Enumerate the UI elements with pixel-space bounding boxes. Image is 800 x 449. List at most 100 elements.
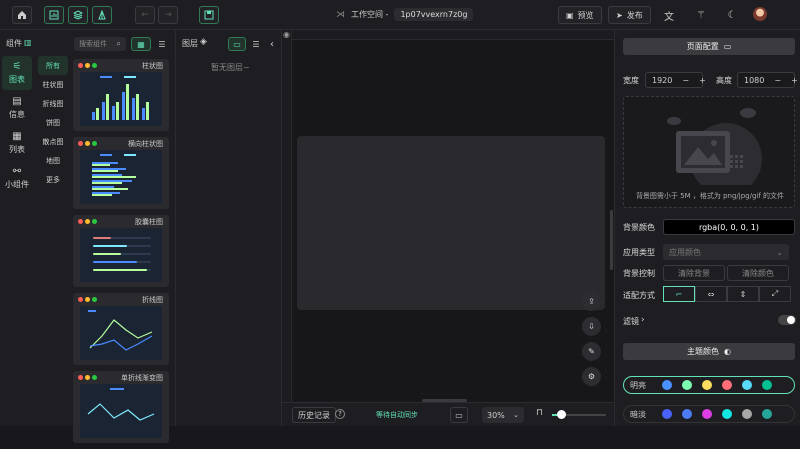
plus-icon[interactable]: + bbox=[791, 76, 798, 85]
edit-button[interactable]: ✎ bbox=[582, 342, 601, 361]
minus-icon[interactable]: − bbox=[774, 76, 781, 85]
theme-bright[interactable]: 明亮 bbox=[623, 376, 795, 394]
ruler-vertical bbox=[282, 30, 292, 402]
search-icon: ⌕ bbox=[116, 39, 121, 48]
thumbnail-title: 柱状图 bbox=[142, 62, 163, 70]
swatch bbox=[762, 409, 772, 419]
arrow-right-icon: → bbox=[164, 10, 172, 20]
toggle-layers-button[interactable] bbox=[68, 6, 88, 24]
category-widget[interactable]: ⚯ 小组件 bbox=[2, 161, 32, 195]
theme-dim[interactable]: 暗淡 bbox=[623, 405, 795, 423]
minimap-button[interactable]: ▭ bbox=[450, 407, 468, 423]
canvas-area[interactable]: ◉ ⇪ ⇩ ✎ ⚙ bbox=[282, 30, 614, 402]
clear-color-label: 清除颜色 bbox=[742, 268, 774, 278]
home-button[interactable] bbox=[12, 6, 32, 24]
thumbnail-bar-chart[interactable]: 柱状图 bbox=[73, 59, 169, 131]
theme-color-header[interactable]: 主题颜色 ◐ bbox=[623, 343, 795, 360]
thumbnail-gradient-line-chart[interactable]: 单折线渐变图 bbox=[73, 371, 169, 443]
fit-full-button[interactable]: ⤢ bbox=[759, 286, 791, 302]
eye-icon[interactable]: ◉ bbox=[283, 30, 290, 39]
plus-icon[interactable]: + bbox=[699, 76, 706, 85]
page-config-header[interactable]: 页面配置 ▭ bbox=[623, 38, 795, 55]
subcategory-line[interactable]: 折线图 bbox=[38, 94, 68, 113]
subcategory-map[interactable]: 地图 bbox=[38, 151, 68, 170]
publish-button[interactable]: ➤ 发布 bbox=[608, 6, 651, 24]
fit-height-button[interactable]: ⇕ bbox=[727, 286, 759, 302]
height-label: 高度 bbox=[716, 76, 732, 85]
undo-button[interactable]: ← bbox=[135, 6, 155, 24]
swatch bbox=[702, 409, 712, 419]
chevron-right-icon[interactable]: › bbox=[641, 315, 645, 325]
category-label: 小组件 bbox=[5, 180, 29, 189]
list-view-button[interactable]: ☰ bbox=[153, 37, 171, 51]
artboard[interactable] bbox=[297, 136, 605, 310]
zoom-value: 30% bbox=[487, 410, 505, 420]
thumbnail-capsule-chart[interactable]: 胶囊柱图 bbox=[73, 215, 169, 287]
settings-button[interactable]: ⚙ bbox=[582, 367, 601, 386]
subcategory-pie[interactable]: 饼图 bbox=[38, 113, 68, 132]
lock-icon[interactable]: ⊓ bbox=[536, 408, 543, 418]
toggle-components-button[interactable] bbox=[44, 6, 64, 24]
apply-type-placeholder: 应用颜色 bbox=[669, 247, 701, 257]
filter-toggle[interactable] bbox=[778, 315, 796, 325]
import-button[interactable]: ⇪ bbox=[582, 292, 601, 311]
toggle-config-button[interactable] bbox=[92, 6, 112, 24]
apply-type-select[interactable]: 应用颜色 ⌄ bbox=[663, 244, 789, 260]
fit-mode-group: ⌐ ⇔ ⇕ ⤢ bbox=[663, 286, 791, 302]
subcategory-list: 所有 柱状图 折线图 饼图 散点图 地图 更多 bbox=[38, 56, 68, 189]
workspace-name[interactable]: 1p07vvexrn7z0g bbox=[394, 8, 474, 21]
vertical-scrollbar[interactable] bbox=[610, 210, 613, 270]
zoom-select[interactable]: 30% ⌄ bbox=[482, 407, 524, 423]
swatch bbox=[762, 380, 772, 390]
magic-wand-icon[interactable]: ⚚ bbox=[694, 8, 708, 22]
help-icon[interactable]: ? bbox=[335, 409, 345, 419]
redo-button[interactable]: → bbox=[158, 6, 178, 24]
apply-type-label: 应用类型 bbox=[623, 248, 655, 257]
thumbnail-title: 折线图 bbox=[142, 296, 163, 304]
collapse-layers-button[interactable]: ‹ bbox=[266, 37, 278, 51]
workspace-label: 工作空间 - bbox=[351, 10, 389, 19]
zoom-slider-handle[interactable] bbox=[557, 410, 566, 419]
moon-icon[interactable]: ☾ bbox=[725, 8, 739, 22]
chart-icon: ⚟ bbox=[12, 61, 22, 72]
history-button[interactable]: 历史记录 bbox=[292, 407, 336, 423]
page-config-label: 页面配置 bbox=[686, 42, 719, 51]
minus-icon[interactable]: − bbox=[682, 76, 689, 85]
height-input[interactable]: 1080 − + bbox=[737, 72, 798, 88]
preview-button[interactable]: ▣ 预览 bbox=[558, 6, 602, 24]
avatar[interactable] bbox=[753, 7, 767, 21]
export-button[interactable]: ⇩ bbox=[582, 317, 601, 336]
layer-list-view-button[interactable]: ☰ bbox=[248, 37, 264, 51]
subcategory-bar[interactable]: 柱状图 bbox=[38, 75, 68, 94]
ruler-horizontal bbox=[282, 30, 614, 40]
edit-icon: ✎ bbox=[588, 347, 595, 356]
fit-width-button[interactable]: ⇔ bbox=[695, 286, 727, 302]
zoom-slider[interactable] bbox=[552, 410, 606, 419]
fit-auto-button[interactable]: ⌐ bbox=[663, 286, 695, 302]
list-icon: ☰ bbox=[158, 39, 166, 49]
save-button[interactable] bbox=[199, 6, 219, 24]
layer-thumb-view-button[interactable]: ▭ bbox=[228, 37, 246, 51]
component-thumbnails: 柱状图 横向柱状图 胶囊柱图 折线图 单折线渐变图 bbox=[73, 59, 169, 449]
category-info[interactable]: ▤ 信息 bbox=[2, 91, 32, 125]
subcategory-all[interactable]: 所有 bbox=[38, 56, 68, 75]
sync-status: 等待自动同步 bbox=[376, 411, 418, 419]
category-table[interactable]: ▦ 列表 bbox=[2, 126, 32, 160]
palette-icon: ◐ bbox=[724, 347, 731, 356]
subcategory-more[interactable]: 更多 bbox=[38, 170, 68, 189]
language-icon[interactable]: 文 bbox=[662, 8, 676, 23]
thumbnail-hbar-chart[interactable]: 横向柱状图 bbox=[73, 137, 169, 209]
category-label: 图表 bbox=[9, 75, 25, 84]
subcategory-scatter[interactable]: 散点图 bbox=[38, 132, 68, 151]
category-chart[interactable]: ⚟ 图表 bbox=[2, 56, 32, 90]
search-input[interactable]: 搜索组件 ⌕ bbox=[74, 37, 126, 51]
grid-view-button[interactable]: ▦ bbox=[131, 37, 151, 51]
bg-color-picker[interactable]: rgba(0, 0, 0, 1) bbox=[663, 219, 795, 235]
background-upload[interactable]: 背景图需小于 5M ，格式为 png/jpg/gif 的文件 bbox=[623, 96, 795, 208]
clear-bg-button[interactable]: 清除背景 bbox=[663, 265, 725, 281]
clear-color-button[interactable]: 清除颜色 bbox=[727, 265, 789, 281]
width-input[interactable]: 1920 − + bbox=[645, 72, 706, 88]
components-title: 组件 bbox=[6, 39, 22, 48]
thumbnail-preview bbox=[80, 384, 162, 438]
thumbnail-line-chart[interactable]: 折线图 bbox=[73, 293, 169, 365]
